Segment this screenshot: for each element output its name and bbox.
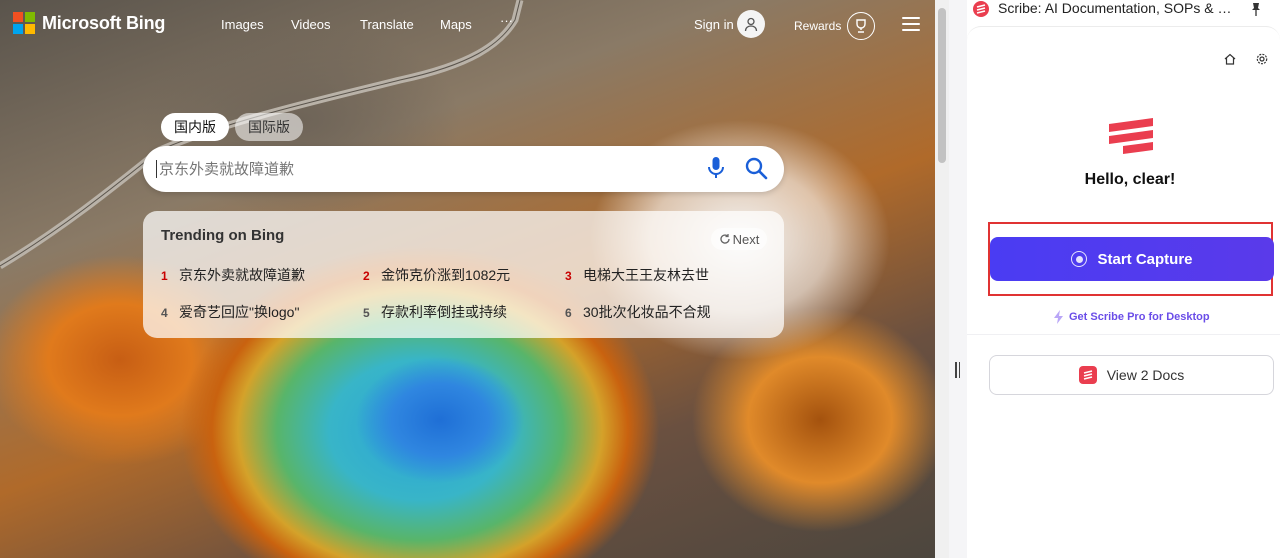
rewards-trophy-icon[interactable] (847, 12, 875, 40)
greeting-text: Hello, clear! (1084, 171, 1176, 188)
trending-rank: 4 (161, 306, 168, 320)
scrollbar-thumb[interactable] (938, 8, 946, 163)
rewards-link[interactable]: Rewards (794, 19, 841, 33)
nav-videos[interactable]: Videos (291, 17, 331, 32)
sign-in-link[interactable]: Sign in (694, 17, 734, 32)
bing-logo[interactable]: Microsoft Bing (13, 12, 165, 34)
microsoft-logo-icon (13, 12, 35, 34)
trending-rank: 2 (363, 269, 370, 283)
trending-rank: 6 (565, 306, 572, 320)
nav-translate[interactable]: Translate (360, 17, 414, 32)
trending-panel: Trending on Bing Next 1 京东外卖就故障道歉 2 金饰克价涨到… (143, 211, 784, 338)
trending-item[interactable]: 3 电梯大王王友林去世 (565, 265, 709, 285)
trending-text: 爱奇艺回应"换logo" (179, 304, 300, 320)
lightning-icon (1054, 310, 1063, 324)
scribe-logo-icon (973, 1, 989, 17)
side-panel-divider (949, 0, 967, 558)
tab-domestic[interactable]: 国内版 (161, 113, 229, 141)
logo-text: Microsoft Bing (42, 12, 166, 33)
text-caret (156, 160, 157, 178)
trending-title: Trending on Bing (161, 227, 285, 244)
nav-images[interactable]: Images (221, 17, 264, 32)
tab-international[interactable]: 国际版 (235, 113, 303, 141)
scribe-brand-icon (1107, 116, 1157, 159)
trending-item[interactable]: 4 爱奇艺回应"换logo" (161, 302, 299, 322)
pin-icon[interactable] (1250, 2, 1262, 21)
trending-text: 30批次化妆品不合规 (583, 304, 711, 320)
view-docs-label: View 2 Docs (1106, 367, 1185, 383)
nav-more[interactable]: ··· (500, 13, 513, 28)
panel-separator (967, 334, 1280, 335)
get-pro-link[interactable]: Get Scribe Pro for Desktop (1053, 310, 1210, 324)
search-input[interactable] (157, 146, 681, 194)
menu-hamburger-icon[interactable] (902, 17, 920, 31)
trending-text: 电梯大王王友林去世 (583, 267, 709, 283)
trending-rank: 3 (565, 269, 572, 283)
refresh-icon (719, 234, 730, 244)
search-box (143, 146, 784, 194)
user-avatar-icon[interactable] (737, 10, 765, 38)
home-icon[interactable] (1219, 48, 1241, 70)
view-docs-button[interactable]: View 2 Docs (989, 355, 1274, 395)
get-pro-label: Get Scribe Pro for Desktop (1069, 311, 1210, 323)
bing-topbar: Microsoft Bing Images Videos Translate M… (0, 0, 935, 50)
trending-text: 金饰克价涨到1082元 (381, 267, 511, 283)
trending-item[interactable]: 5 存款利率倒挂或持续 (363, 302, 507, 322)
trending-item[interactable]: 6 30批次化妆品不合规 (565, 302, 711, 322)
start-capture-label: Start Capture (1097, 250, 1193, 268)
trending-text: 京东外卖就故障道歉 (179, 267, 305, 283)
record-icon (1071, 251, 1088, 267)
next-label: Next (732, 231, 760, 247)
start-capture-button[interactable]: Start Capture (990, 237, 1274, 281)
nav-maps[interactable]: Maps (440, 17, 472, 32)
search-icon[interactable] (744, 156, 768, 185)
trending-text: 存款利率倒挂或持续 (381, 304, 507, 320)
trending-rank: 5 (363, 306, 370, 320)
resize-grip-icon[interactable] (955, 362, 961, 378)
trending-rank: 1 (161, 269, 168, 283)
microphone-icon[interactable] (706, 155, 726, 186)
trending-next-button[interactable]: Next (711, 228, 767, 250)
docs-icon (1078, 366, 1097, 384)
settings-gear-icon[interactable] (1251, 48, 1273, 70)
trending-item[interactable]: 2 金饰克价涨到1082元 (363, 265, 510, 285)
side-panel-title[interactable]: Scribe: AI Documentation, SOPs & Sc... (998, 0, 1240, 16)
trending-item[interactable]: 1 京东外卖就故障道歉 (161, 265, 305, 285)
